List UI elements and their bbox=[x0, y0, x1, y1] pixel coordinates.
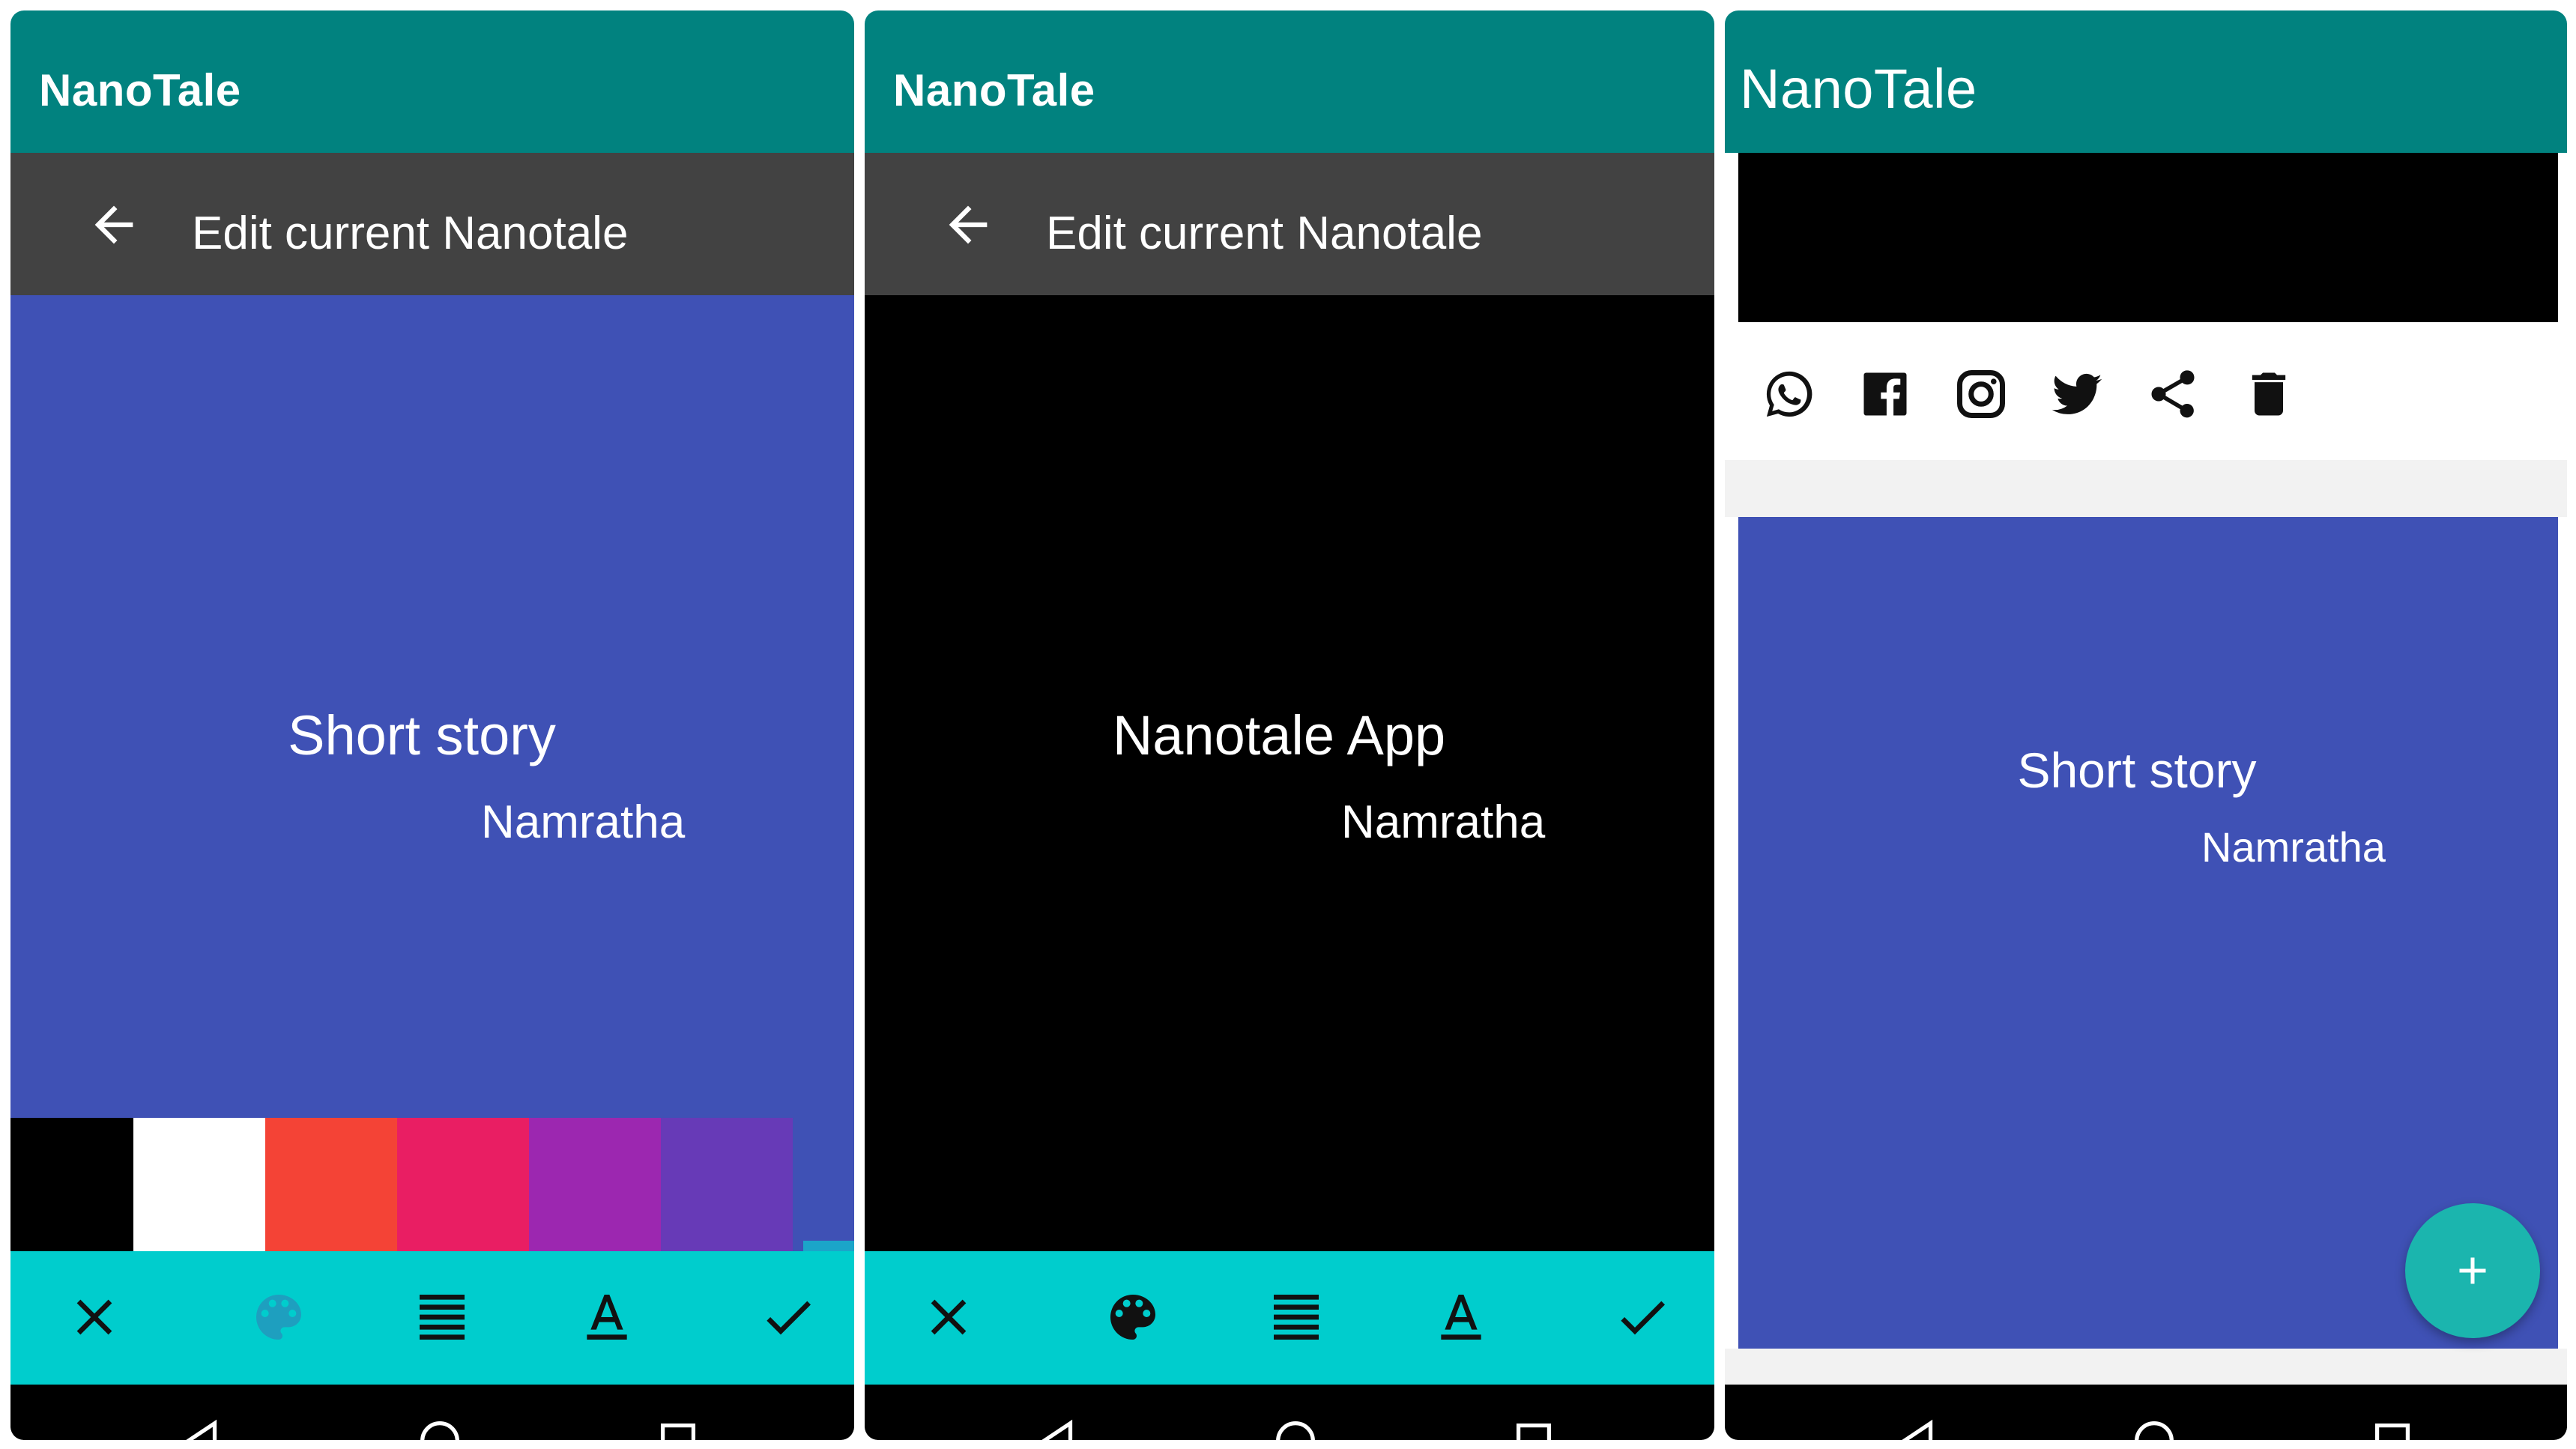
share-icon[interactable] bbox=[2144, 366, 2201, 423]
back-arrow-icon[interactable] bbox=[85, 196, 142, 253]
story-canvas[interactable]: Nanotale App Namratha bbox=[865, 295, 1714, 1251]
story-title: Short story bbox=[2017, 742, 2257, 798]
recents-nav-icon[interactable] bbox=[2366, 1415, 2419, 1440]
edit-toolbar bbox=[865, 1251, 1714, 1385]
delete-icon[interactable] bbox=[2240, 366, 2297, 423]
system-nav-bar bbox=[10, 1385, 854, 1440]
story-author[interactable]: Namratha bbox=[481, 796, 685, 849]
app-title: NanoTale bbox=[39, 65, 241, 115]
system-nav-bar bbox=[865, 1385, 1714, 1440]
add-icon bbox=[2459, 1257, 2486, 1284]
instagram-icon[interactable] bbox=[1953, 366, 2010, 423]
home-nav-icon[interactable] bbox=[2128, 1415, 2180, 1440]
palette-icon[interactable] bbox=[249, 1287, 309, 1347]
app-bar: NanoTale bbox=[865, 10, 1714, 153]
check-icon[interactable] bbox=[758, 1287, 818, 1347]
text-color-icon[interactable] bbox=[577, 1287, 637, 1347]
align-icon[interactable] bbox=[412, 1287, 472, 1347]
story-title[interactable]: Nanotale App bbox=[865, 704, 1714, 767]
list-spacer bbox=[1725, 1349, 2567, 1385]
palette-icon[interactable] bbox=[1103, 1287, 1163, 1347]
close-icon[interactable] bbox=[64, 1287, 124, 1347]
app-title: NanoTale bbox=[1740, 58, 1977, 120]
swatch-scroll-indicator bbox=[803, 1241, 854, 1251]
screen-edit-black: NanoTale Edit current Nanotale Nanotale … bbox=[865, 10, 1714, 1440]
edit-title: Edit current Nanotale bbox=[1046, 208, 1483, 259]
screen-edit-blue: NanoTale Edit current Nanotale Short sto… bbox=[10, 10, 854, 1440]
facebook-icon[interactable] bbox=[1857, 366, 1914, 423]
story-card-preview[interactable] bbox=[1738, 153, 2558, 322]
color-swatch-row bbox=[10, 1118, 803, 1251]
swatch-black[interactable] bbox=[10, 1118, 133, 1251]
edit-bar: Edit current Nanotale bbox=[865, 153, 1714, 295]
recents-nav-icon[interactable] bbox=[1508, 1415, 1560, 1440]
text-color-icon[interactable] bbox=[1431, 1287, 1491, 1347]
check-icon[interactable] bbox=[1612, 1287, 1672, 1347]
close-icon[interactable] bbox=[919, 1287, 979, 1347]
swatch-deep-purple[interactable] bbox=[661, 1118, 793, 1251]
swatch-purple[interactable] bbox=[529, 1118, 661, 1251]
swatch-pink[interactable] bbox=[397, 1118, 529, 1251]
app-bar: NanoTale bbox=[1725, 10, 2567, 153]
system-nav-bar bbox=[1725, 1385, 2567, 1440]
back-arrow-icon[interactable] bbox=[940, 196, 997, 253]
home-nav-icon[interactable] bbox=[414, 1415, 466, 1440]
whatsapp-icon[interactable] bbox=[1761, 366, 1818, 423]
swatch-red[interactable] bbox=[265, 1118, 397, 1251]
share-actions-row bbox=[1738, 322, 2558, 460]
edit-toolbar bbox=[10, 1251, 854, 1385]
home-nav-icon[interactable] bbox=[1269, 1415, 1322, 1440]
edit-title: Edit current Nanotale bbox=[192, 208, 629, 259]
swatch-white[interactable] bbox=[133, 1118, 265, 1251]
align-icon[interactable] bbox=[1266, 1287, 1326, 1347]
story-author[interactable]: Namratha bbox=[1341, 796, 1545, 849]
twitter-icon[interactable] bbox=[2049, 366, 2105, 423]
back-nav-icon[interactable] bbox=[1031, 1415, 1083, 1440]
app-bar: NanoTale bbox=[10, 10, 854, 153]
app-title: NanoTale bbox=[893, 65, 1095, 115]
add-story-button[interactable] bbox=[2405, 1203, 2540, 1338]
back-nav-icon[interactable] bbox=[175, 1415, 228, 1440]
edit-bar: Edit current Nanotale bbox=[10, 153, 854, 295]
story-author: Namratha bbox=[2201, 823, 2386, 871]
back-nav-icon[interactable] bbox=[1891, 1415, 1944, 1440]
recents-nav-icon[interactable] bbox=[652, 1415, 704, 1440]
list-spacer bbox=[1725, 460, 2567, 517]
story-canvas[interactable]: Short story Namratha bbox=[10, 295, 854, 1251]
story-title[interactable]: Short story bbox=[10, 704, 854, 767]
